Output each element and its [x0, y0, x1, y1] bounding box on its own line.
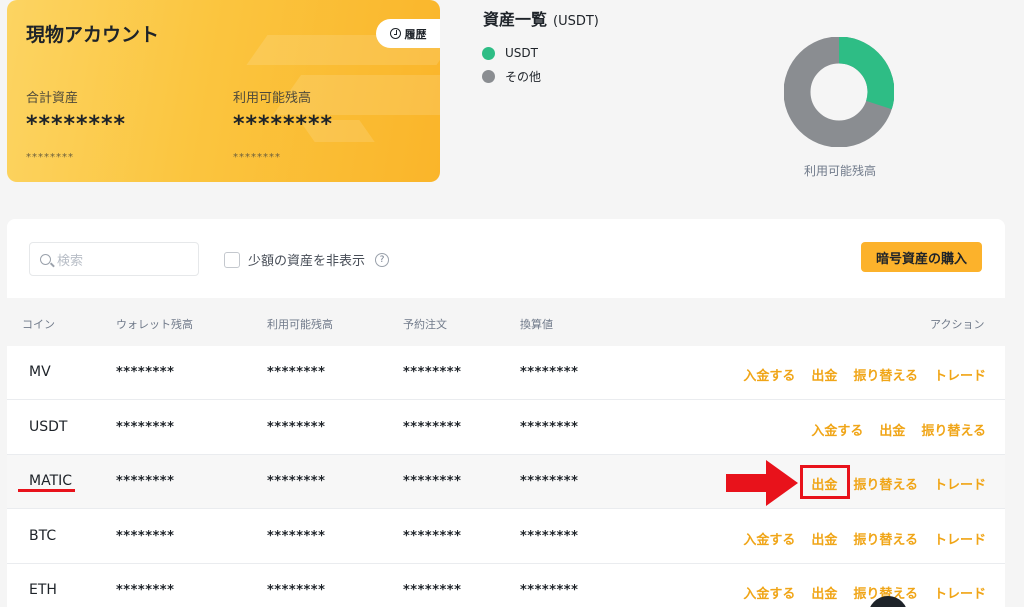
available-balance-value: ********	[267, 420, 326, 435]
legend-item-usdt: USDT	[482, 46, 538, 60]
buy-crypto-button[interactable]: 暗号資産の購入	[861, 242, 982, 272]
converted-value: ********	[520, 365, 579, 380]
converted-value: ********	[520, 583, 579, 598]
action-link[interactable]: 出金	[879, 420, 905, 439]
wallet-balance-value: ********	[116, 420, 175, 435]
legend-dot-usdt	[482, 46, 495, 60]
action-link[interactable]: 出金	[811, 583, 837, 602]
legend-label: その他	[505, 70, 542, 84]
total-assets-label: 合計資産	[26, 91, 79, 106]
history-label: 履歴	[404, 27, 427, 41]
table-row: ETH ******** ******** ******** ******** 入金する出…	[7, 564, 1005, 607]
wallet-balance-value: ********	[116, 529, 175, 544]
wallet-balance-value: ********	[116, 583, 175, 598]
coin-symbol: ETH	[29, 582, 57, 598]
header-open-orders: 予約注文	[403, 318, 447, 331]
header-coin: コイン	[22, 318, 55, 331]
row-actions: 入金する 出金 振り替える トレード	[743, 529, 986, 548]
annotation-arrow-icon	[726, 460, 798, 506]
asset-donut-chart	[784, 37, 894, 147]
available-balance-value: ********	[267, 474, 326, 489]
open-orders-value: ********	[403, 474, 462, 489]
history-button[interactable]: 履歴	[376, 19, 440, 48]
open-orders-value: ********	[403, 583, 462, 598]
wallet-balance-value: ********	[116, 365, 175, 380]
help-icon[interactable]: ?	[375, 252, 390, 267]
account-title: 現物アカウント	[26, 24, 160, 46]
action-link[interactable]: 出金	[811, 365, 837, 384]
row-actions: 入金する 出金 振り替える トレード	[743, 583, 986, 602]
hide-small-checkbox[interactable]	[224, 251, 240, 268]
action-link[interactable]: 入金する	[743, 365, 795, 384]
converted-value: ********	[520, 420, 579, 435]
available-balance-value: ********	[233, 112, 334, 137]
available-balance-value: ********	[267, 583, 326, 598]
action-link[interactable]: 振り替える	[921, 420, 986, 439]
header-converted-value: 換算値	[520, 318, 553, 331]
available-balance-value: ********	[267, 365, 326, 380]
available-balance-sub: ********	[233, 152, 281, 163]
action-link[interactable]: 振り替える	[853, 474, 918, 493]
header-wallet-balance: ウォレット残高	[116, 318, 193, 331]
annotation-underline	[18, 489, 75, 492]
action-link[interactable]: 入金する	[743, 583, 795, 602]
overview-title-text: 資産一覧	[483, 10, 548, 29]
converted-value: ********	[520, 474, 579, 489]
hide-small-assets-toggle[interactable]: 少額の資産を非表示 ?	[224, 250, 390, 269]
action-link[interactable]: 入金する	[743, 529, 795, 548]
converted-value: ********	[520, 529, 579, 544]
total-assets-sub: ********	[26, 152, 74, 163]
search-placeholder: 検索	[57, 253, 84, 269]
total-assets-value: ********	[26, 112, 127, 137]
table-row: BTC ******** ******** ******** ******** 入金する出…	[7, 510, 1005, 564]
open-orders-value: ********	[403, 365, 462, 380]
overview-unit: (USDT)	[553, 14, 599, 29]
available-balance-label: 利用可能残高	[233, 91, 312, 106]
wallet-balance-value: ********	[116, 474, 175, 489]
open-orders-value: ********	[403, 529, 462, 544]
action-link[interactable]: トレード	[934, 365, 986, 384]
legend-label: USDT	[505, 46, 538, 60]
annotation-highlight-box	[800, 465, 850, 499]
search-icon	[40, 253, 51, 265]
clock-icon	[389, 28, 401, 39]
open-orders-value: ********	[403, 420, 462, 435]
action-link[interactable]: トレード	[934, 474, 986, 493]
row-actions: 入金する 出金 振り替える トレード	[743, 365, 986, 384]
table-row: MV ******** ******** ******** ******** 入金する 出金…	[7, 346, 1005, 400]
legend-dot-other	[482, 70, 495, 83]
coin-symbol: BTC	[29, 528, 57, 544]
asset-overview-title: 資産一覧 (USDT)	[483, 6, 599, 30]
row-actions: 入金する 出金 振り替える	[811, 420, 986, 439]
action-link[interactable]: 振り替える	[853, 365, 918, 384]
coin-symbol: MATIC	[29, 473, 73, 489]
donut-label: 利用可能残高	[804, 164, 877, 178]
action-link[interactable]: 出金	[811, 529, 837, 548]
search-input[interactable]: 検索	[29, 242, 199, 276]
action-link[interactable]: トレード	[934, 529, 986, 548]
action-link[interactable]: トレード	[934, 583, 986, 602]
coin-symbol: USDT	[29, 419, 68, 435]
header-available-balance: 利用可能残高	[267, 318, 333, 331]
legend-item-other: その他	[482, 68, 541, 85]
coin-symbol: MV	[29, 364, 51, 380]
table-row: MATIC ******** ******** ******** ******** 出金振…	[7, 455, 1005, 509]
available-balance-value: ********	[267, 529, 326, 544]
action-link[interactable]: 振り替える	[853, 529, 918, 548]
action-link[interactable]: 入金する	[811, 420, 863, 439]
header-action: アクション	[930, 318, 985, 331]
hide-small-label: 少額の資産を非表示	[248, 254, 366, 269]
table-row: USDT ******** ******** ******** ******** 入金する…	[7, 401, 1005, 455]
spot-account-card: 現物アカウント 履歴 合計資産 ******** ******** 利用可能残高…	[7, 0, 440, 182]
